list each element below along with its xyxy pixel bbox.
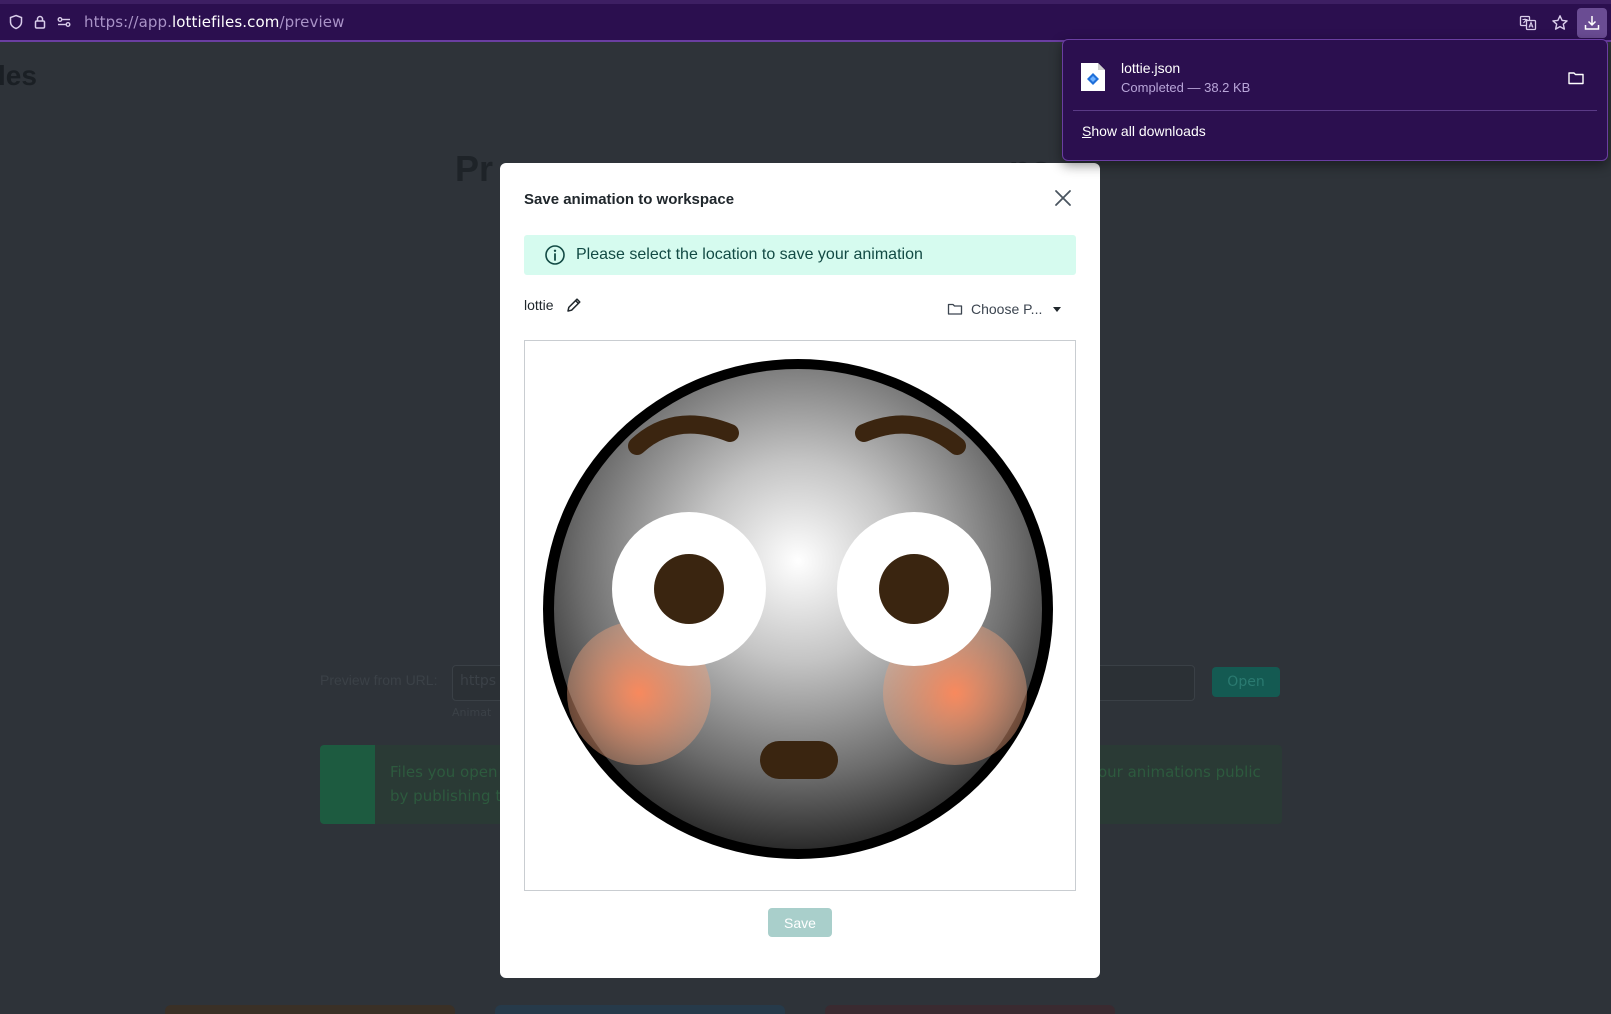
- folder-icon[interactable]: [1565, 67, 1587, 89]
- background-open-button: Open: [1212, 667, 1280, 697]
- info-text: Please select the location to save your …: [576, 246, 923, 263]
- folder-icon: [947, 301, 963, 317]
- downloads-divider: [1073, 110, 1597, 111]
- flushed-face-animation: [541, 359, 1055, 866]
- download-item[interactable]: lottie.json Completed — 38.2 KB: [1073, 48, 1597, 106]
- download-filename: lottie.json: [1121, 59, 1181, 76]
- left-pupil: [654, 554, 724, 624]
- background-banner-text-3: our animations public: [1098, 763, 1261, 781]
- pencil-icon[interactable]: [564, 295, 584, 315]
- background-url-input-text: https: [460, 673, 497, 689]
- show-all-rest: how all downloads: [1091, 123, 1206, 139]
- background-card: [165, 1005, 455, 1014]
- toolbar-right: [1513, 4, 1611, 42]
- download-status: Completed — 38.2 KB: [1121, 79, 1251, 95]
- animation-preview: [524, 340, 1076, 891]
- url-host: lottiefiles.com: [171, 13, 280, 31]
- project-select[interactable]: Choose P...: [947, 296, 1064, 322]
- right-pupil: [879, 554, 949, 624]
- url-text[interactable]: https://app.lottiefiles.com/preview: [84, 13, 344, 31]
- translate-icon[interactable]: [1513, 8, 1543, 38]
- download-icon[interactable]: [1577, 8, 1607, 38]
- downloads-panel: lottie.json Completed — 38.2 KB Show all…: [1062, 39, 1608, 161]
- show-all-downloads-link[interactable]: Show all downloads: [1082, 123, 1206, 139]
- url-prefix: https://app.: [84, 13, 172, 31]
- background-card: [825, 1005, 1115, 1014]
- background-preview-label: Preview from URL:: [320, 672, 438, 688]
- json-file-icon: [1079, 61, 1107, 93]
- save-animation-modal: Save animation to workspace Please selec…: [500, 163, 1100, 978]
- star-icon[interactable]: [1545, 8, 1575, 38]
- download-info: lottie.json Completed — 38.2 KB: [1121, 60, 1250, 95]
- permissions-icon[interactable]: [56, 14, 72, 30]
- info-icon: [544, 244, 566, 266]
- show-all-accesskey: S: [1082, 123, 1092, 139]
- background-logo: les: [0, 60, 37, 91]
- caret-down-icon: [1050, 302, 1064, 316]
- background-banner-icon: [320, 745, 375, 824]
- info-banner: Please select the location to save your …: [524, 235, 1076, 275]
- project-select-label: Choose P...: [971, 301, 1043, 317]
- url-bar[interactable]: https://app.lottiefiles.com/preview: [0, 4, 1611, 42]
- background-banner-text-1: Files you open: [390, 763, 498, 781]
- close-icon[interactable]: [1052, 187, 1074, 209]
- lock-icon[interactable]: [32, 14, 48, 30]
- background-heading-start: Pr: [455, 148, 494, 189]
- background-banner-text-2: by publishing t: [390, 787, 502, 805]
- url-path: /preview: [279, 13, 345, 31]
- animation-name: lottie: [524, 297, 554, 313]
- background-hint: Animat: [452, 706, 492, 719]
- save-button[interactable]: Save: [768, 908, 832, 937]
- modal-title: Save animation to workspace: [524, 191, 735, 208]
- background-card: [495, 1005, 785, 1014]
- mouth: [760, 741, 838, 779]
- shield-icon[interactable]: [8, 14, 24, 30]
- animation-name-row: lottie: [524, 295, 584, 315]
